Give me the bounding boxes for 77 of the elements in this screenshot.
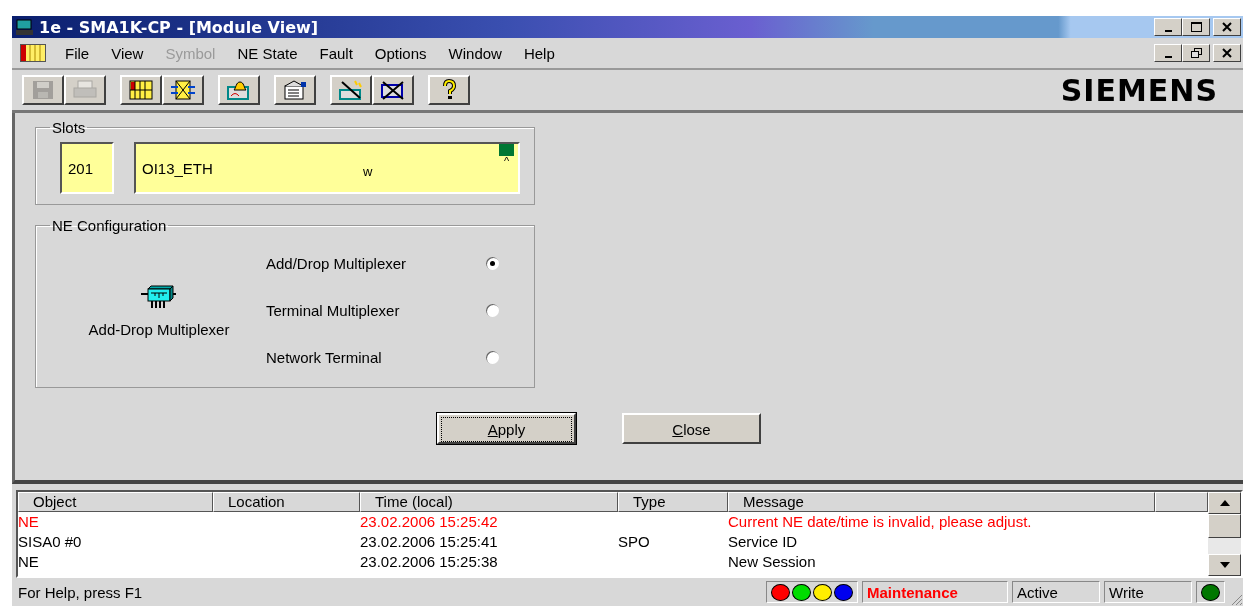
connect-button[interactable] (330, 75, 372, 105)
table-cell-text: NE (18, 552, 40, 572)
document-icon (282, 79, 308, 101)
column-header[interactable]: Type (618, 492, 728, 512)
radio-label: Network Terminal (265, 349, 383, 366)
alarm-button[interactable] (218, 75, 260, 105)
help-button[interactable] (428, 75, 470, 105)
window-title: 1e - SMA1K-CP - [Module View] (39, 17, 319, 37)
menu-item[interactable]: Help (512, 44, 566, 62)
printer-icon (72, 79, 98, 101)
down-arrow-icon[interactable] (1219, 562, 1230, 568)
close-icon (1222, 22, 1232, 32)
restore-icon (1190, 48, 1202, 58)
slot-number[interactable]: 201 (60, 142, 114, 194)
access-indicator: Write (1104, 581, 1192, 603)
radio-button[interactable] (486, 257, 499, 270)
status-text: For Help, press F1 (18, 583, 144, 601)
bell-icon (226, 79, 252, 101)
minimize-icon (1164, 29, 1172, 32)
close-icon (1222, 48, 1232, 58)
resize-grip[interactable] (1229, 592, 1243, 606)
module-flag-label: w (362, 163, 373, 179)
table-cell-text: Service ID (728, 532, 799, 552)
scrollbar[interactable] (1208, 492, 1241, 576)
properties-button[interactable] (274, 75, 316, 105)
menu-item[interactable]: Fault (308, 44, 364, 62)
device-label: Add-Drop Multiplexer (88, 321, 230, 338)
table-cell-text: 23.02.2006 15:25:42 (360, 512, 499, 532)
restore-button[interactable] (1182, 44, 1210, 62)
column-header[interactable]: Object (18, 492, 213, 512)
dialog-button[interactable]: Apply (437, 413, 576, 444)
close-button[interactable] (1213, 44, 1241, 62)
module-name: OI13_ETH (142, 159, 213, 177)
cross-button[interactable] (162, 75, 204, 105)
grid-icon (128, 79, 154, 101)
menu-item[interactable]: NE State (226, 44, 309, 62)
crossed-out-icon (380, 79, 406, 101)
menu-item[interactable]: Window (437, 44, 513, 62)
close-button[interactable] (1213, 18, 1241, 36)
menu-item[interactable]: Options (363, 44, 438, 62)
up-arrow-icon[interactable] (1219, 500, 1230, 506)
column-header[interactable]: Location (213, 492, 360, 512)
computer-icon (15, 18, 35, 36)
column-header[interactable]: Time (local) (360, 492, 618, 512)
table-cell-text: New Session (728, 552, 817, 572)
maximize-icon (1190, 22, 1202, 32)
table-cell-text: SISA0 #0 (18, 532, 83, 552)
state-indicator: Active (1012, 581, 1100, 603)
table-cell-text: 23.02.2006 15:25:41 (360, 532, 499, 552)
status-square (499, 144, 514, 156)
module-marker: ^ (503, 156, 510, 166)
table-cell-text: 23.02.2006 15:25:38 (360, 552, 499, 572)
crossed-box-icon (170, 79, 196, 101)
grid-icon (20, 44, 46, 62)
menu-item[interactable]: File (54, 44, 101, 62)
minimize-button[interactable] (1154, 18, 1182, 36)
maximize-button[interactable] (1182, 18, 1210, 36)
disconnect-button[interactable] (372, 75, 414, 105)
column-header[interactable]: Message (728, 492, 1155, 512)
dialog-button[interactable]: Close (622, 413, 761, 444)
grid-button[interactable] (120, 75, 162, 105)
table-cell-text: NE (18, 512, 40, 532)
menu-item[interactable]: View (100, 44, 155, 62)
minimize-button[interactable] (1154, 44, 1182, 62)
module-card[interactable]: OI13_ETH w ^ (134, 142, 520, 194)
minimize-icon (1164, 55, 1172, 58)
table-cell-text: Current NE date/time is invalid, please adjust. (728, 512, 1033, 532)
radio-label: Terminal Multiplexer (265, 302, 401, 319)
radio-button[interactable] (486, 351, 499, 364)
radio-label: Add/Drop Multiplexer (265, 255, 408, 272)
table-cell-text: SPO (618, 532, 651, 552)
group-title: Slots (51, 119, 87, 136)
brand-logo: SIEMENS (1060, 72, 1218, 108)
group-title: NE Configuration (51, 217, 168, 234)
multiplexer-icon (140, 283, 178, 311)
mode-indicator: Maintenance (862, 581, 1008, 603)
radio-button[interactable] (486, 304, 499, 317)
